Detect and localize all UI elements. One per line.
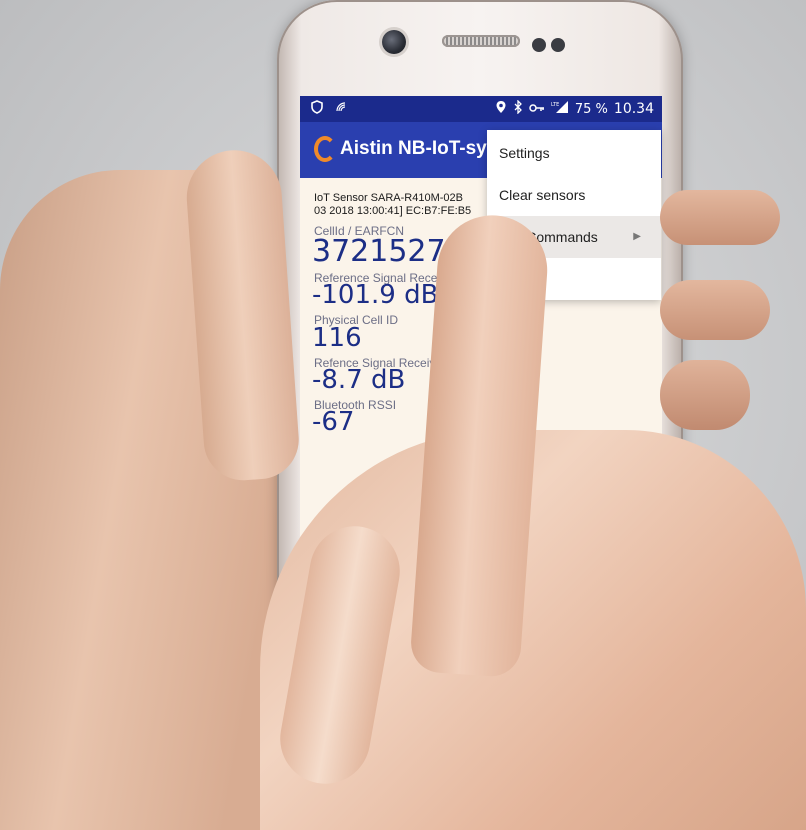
menu-item-clear-sensors[interactable]: Clear sensors bbox=[487, 174, 661, 216]
lte-signal-icon: LTE bbox=[551, 100, 569, 118]
nfc-icon bbox=[334, 100, 348, 118]
key-icon bbox=[529, 102, 545, 117]
clock: 10.34 bbox=[613, 101, 654, 117]
aistin-logo-icon bbox=[314, 136, 336, 162]
menu-item-label: Settings bbox=[499, 145, 550, 161]
rsrp-value: -101.9 dB bbox=[312, 280, 439, 310]
photo-scene: LTE 75 % 10.34 Aistin NB-IoT-syst IoT Se… bbox=[0, 0, 806, 830]
front-camera bbox=[382, 30, 406, 54]
right-hand-finger bbox=[660, 280, 770, 340]
menu-item-settings[interactable]: Settings bbox=[487, 132, 661, 174]
right-hand-finger bbox=[660, 190, 780, 245]
right-hand-finger bbox=[660, 360, 750, 430]
shield-icon bbox=[310, 100, 324, 118]
app-title: Aistin NB-IoT-syst bbox=[340, 138, 504, 159]
svg-text:LTE: LTE bbox=[551, 102, 559, 108]
light-sensor bbox=[551, 38, 565, 52]
location-icon bbox=[495, 100, 507, 118]
battery-text: 75 % bbox=[574, 101, 608, 117]
bluetooth-rssi-value: -67 bbox=[312, 407, 355, 437]
earpiece-speaker bbox=[442, 35, 520, 47]
menu-item-label: Clear sensors bbox=[499, 187, 586, 203]
status-bar: LTE 75 % 10.34 bbox=[300, 96, 662, 122]
proximity-sensor bbox=[532, 38, 546, 52]
rsrq-value: -8.7 dB bbox=[312, 365, 406, 395]
physical-cell-id-value: 116 bbox=[312, 323, 362, 353]
submenu-arrow-icon: ▶ bbox=[633, 231, 641, 242]
bluetooth-icon bbox=[513, 99, 523, 118]
